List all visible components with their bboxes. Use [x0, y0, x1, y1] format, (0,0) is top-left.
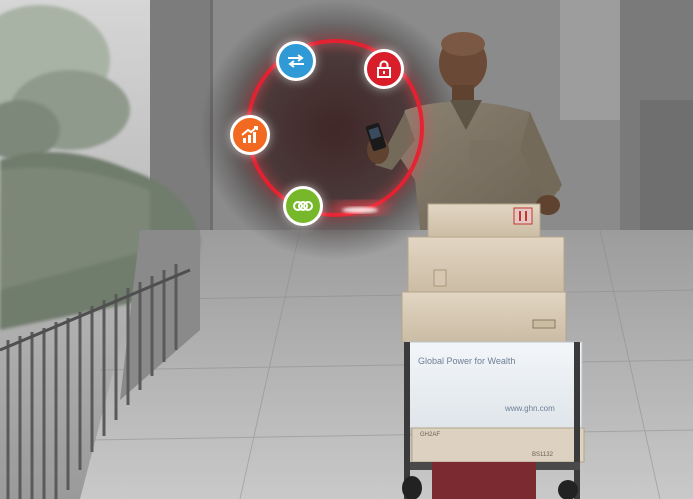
- photo-scene: Global Power for Wealth www.ghn.com GH2A…: [0, 0, 693, 499]
- photo-background: [0, 0, 693, 499]
- box-label-headline: Global Power for Wealth: [418, 356, 516, 366]
- box-code-left: GH2AF: [420, 432, 441, 438]
- lock-icon: [364, 49, 404, 89]
- box-code-right: BS1132: [532, 452, 553, 458]
- box-label-url: www.ghn.com: [505, 404, 555, 413]
- linked-rings-icon: [283, 186, 323, 226]
- data-transfer-icon: [276, 41, 316, 81]
- growth-chart-icon: [230, 115, 270, 155]
